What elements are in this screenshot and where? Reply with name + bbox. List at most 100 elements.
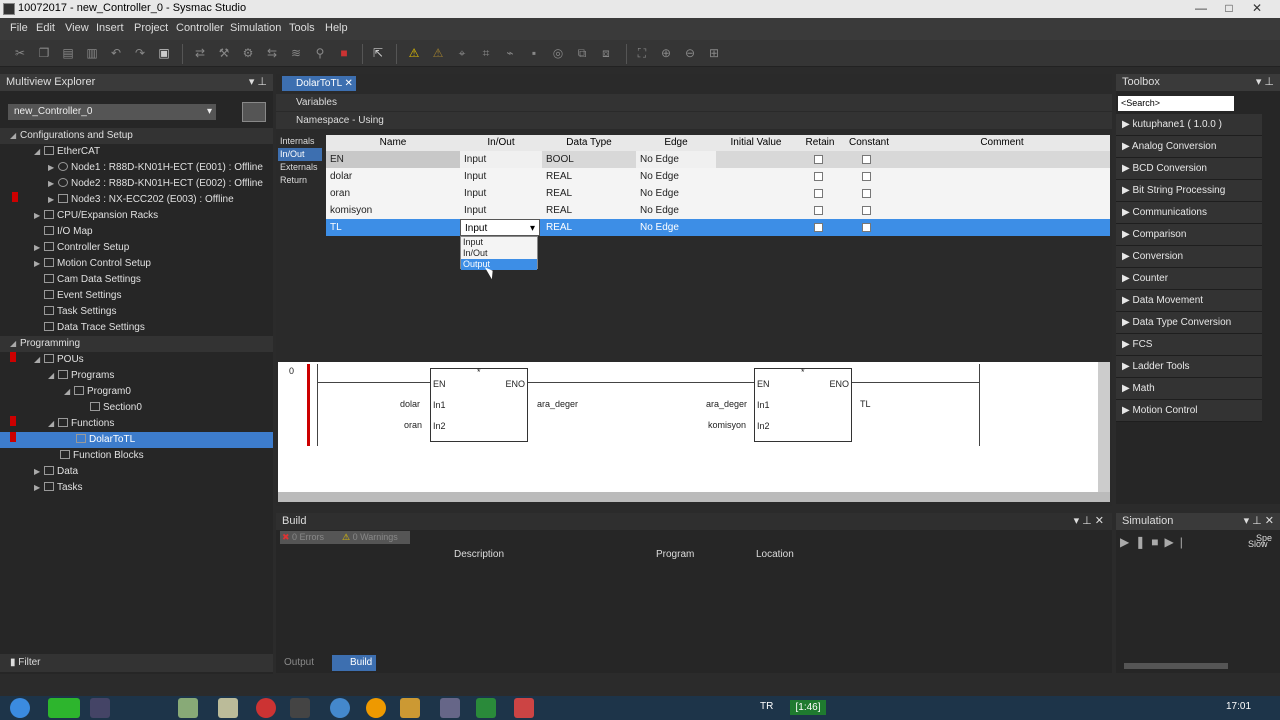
tree-programs[interactable]: ◢ Programs [0,368,273,384]
sim-controls[interactable]: ▶❚■▶| [1120,535,1189,549]
retain-checkbox[interactable] [814,189,823,198]
toolbox-item[interactable]: ▶ kutuphane1 ( 1.0.0 ) [1116,114,1262,136]
cell-inout[interactable]: Input [460,151,542,168]
warnings-filter[interactable]: ⚠ 0 Warnings [340,531,410,544]
operand-oran[interactable]: oran [404,420,422,430]
operand-komisyon[interactable]: komisyon [708,420,746,430]
toolbox-item[interactable]: ▶ FCS [1116,334,1262,356]
tree-pous[interactable]: ◢ POUs [0,352,273,368]
tool-icon[interactable]: ◎ [550,45,566,61]
variables-header[interactable]: Variables [276,94,1112,111]
table-row[interactable]: komisyon Input REAL No Edge [326,202,1110,219]
pin-icon[interactable]: ▾ ⊥ [1256,74,1274,91]
undo-icon[interactable]: ↶ [108,45,124,61]
tree-trace[interactable]: Data Trace Settings [0,320,273,336]
tab-output[interactable]: Output [280,655,326,671]
tool-icon[interactable]: ⌗ [478,45,494,61]
col-inout[interactable]: In/Out [460,135,542,151]
tab-internals[interactable]: Internals [278,135,322,148]
tree-cpu[interactable]: ▶ CPU/Expansion Racks [0,208,273,224]
toolbox-item[interactable]: ▶ Comparison [1116,224,1262,246]
maximize-button[interactable]: □ [1216,0,1242,16]
tree-cam[interactable]: Cam Data Settings [0,272,273,288]
tree-functions[interactable]: ◢ Functions [0,416,273,432]
toolbox-item[interactable]: ▶ Data Type Conversion [1116,312,1262,334]
redo-icon[interactable]: ↷ [132,45,148,61]
folder-icon[interactable] [178,698,198,718]
speed-slider[interactable] [1124,663,1228,669]
excel-icon[interactable] [476,698,496,718]
output-tl[interactable]: TL [860,399,871,409]
tree-node1[interactable]: ▶ Node1 : R88D-KN01H-ECT (E001) : Offline [0,160,273,176]
tab-return[interactable]: Return [278,174,322,187]
minimize-button[interactable]: — [1188,0,1214,16]
menu-simulation[interactable]: Simulation [230,22,281,34]
zoom-in-icon[interactable]: ⊕ [658,45,674,61]
menu-help[interactable]: Help [325,22,348,34]
start-icon[interactable] [10,698,30,718]
toolbox-item[interactable]: ▶ Counter [1116,268,1262,290]
tree-node3[interactable]: ▶ Node3 : NX-ECC202 (E003) : Offline [0,192,273,208]
operand-ara-deger[interactable]: ara_deger [706,399,747,409]
cut-icon[interactable]: ✂ [12,45,28,61]
cell-inout[interactable]: Input [460,168,542,185]
tree-io[interactable]: I/O Map [0,224,273,240]
app-icon[interactable] [48,698,80,718]
constant-checkbox[interactable] [862,206,871,215]
cell-type[interactable]: REAL [542,168,636,185]
tree-dolartotl[interactable]: DolarToTL [0,432,273,448]
constant-checkbox[interactable] [862,189,871,198]
col-name[interactable]: Name [326,135,460,151]
toolbox-item[interactable]: ▶ Conversion [1116,246,1262,268]
close-button[interactable]: ✕ [1244,0,1270,16]
retain-checkbox[interactable] [814,155,823,164]
cell-name[interactable]: dolar [326,168,460,185]
output-ara-deger[interactable]: ara_deger [537,399,578,409]
function-block-1[interactable]: * EN ENO In1 In2 [430,367,528,442]
toolbox-item[interactable]: ▶ BCD Conversion [1116,158,1262,180]
cell-edge[interactable]: No Edge [636,219,716,236]
cell-inout[interactable]: Input [460,202,542,219]
tree-tasks[interactable]: ▶ Tasks [0,480,273,496]
app-icon[interactable] [400,698,420,718]
toolbox-item[interactable]: ▶ Bit String Processing [1116,180,1262,202]
rebuild-icon[interactable]: ⚙ [240,45,256,61]
tree-configurations[interactable]: ◢ Configurations and Setup [0,128,273,144]
language-indicator[interactable]: TR [760,701,773,712]
col-comment[interactable]: Comment [894,135,1110,151]
close-icon[interactable]: ▾ ⊥ ✕ [1074,513,1104,530]
col-program[interactable]: Program [656,549,694,560]
cell-name[interactable]: EN [326,151,460,168]
tool-icon[interactable]: ⌖ [454,45,470,61]
toolbox-item[interactable]: ▶ Math [1116,378,1262,400]
zoom-icon[interactable]: ⊞ [706,45,722,61]
namespace-header[interactable]: Namespace - Using [276,112,1112,129]
tree-task-settings[interactable]: Task Settings [0,304,273,320]
col-datatype[interactable]: Data Type [542,135,636,151]
col-description[interactable]: Description [454,549,504,560]
tree-ethercat[interactable]: ◢ EtherCAT [0,144,273,160]
pin-icon[interactable]: ▾ ⊥ [249,74,267,91]
constant-checkbox[interactable] [862,155,871,164]
build-icon[interactable]: ⚒ [216,45,232,61]
zoom-out-icon[interactable]: ⊖ [682,45,698,61]
toolbox-item[interactable]: ▶ Analog Conversion [1116,136,1262,158]
dropdown-option-output[interactable]: Output [461,259,537,270]
retain-checkbox[interactable] [814,172,823,181]
cell-type[interactable]: BOOL [542,151,636,168]
cell-name[interactable]: TL [326,219,460,236]
dropdown-option-input[interactable]: Input [461,237,537,248]
dropdown-option-inout[interactable]: In/Out [461,248,537,259]
save-icon[interactable]: ▣ [156,45,172,61]
browser-icon[interactable] [330,698,350,718]
table-row-selected[interactable]: TL Input ▾ REAL No Edge [326,219,1110,236]
tab-inout[interactable]: In/Out [278,148,322,161]
close-icon[interactable]: ▾ ⊥ ✕ [1244,513,1274,530]
stop-icon[interactable]: ■ [336,45,352,61]
copy-icon[interactable]: ❐ [36,45,52,61]
play-icon[interactable]: ▶ [1120,535,1135,549]
constant-checkbox[interactable] [862,172,871,181]
cell-edge[interactable]: No Edge [636,202,716,219]
menu-file[interactable]: File [10,22,28,34]
toolbox-item[interactable]: ▶ Ladder Tools [1116,356,1262,378]
